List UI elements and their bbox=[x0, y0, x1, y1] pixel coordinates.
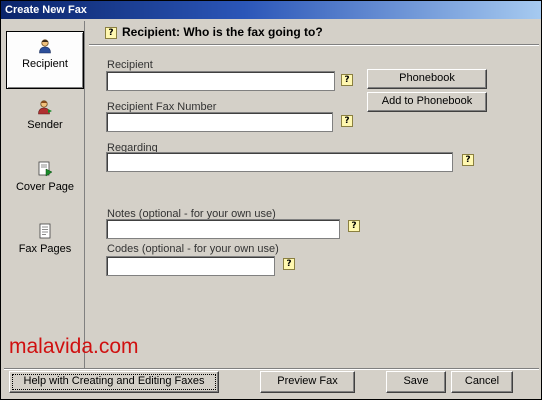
wizard-content: ? Recipient: Who is the fax going to? Re… bbox=[89, 21, 539, 369]
sidebar-item-label: Fax Pages bbox=[18, 243, 72, 255]
recipient-icon bbox=[39, 39, 51, 54]
codes-label: Codes (optional - for your own use) bbox=[107, 243, 279, 255]
recipient-label: Recipient bbox=[107, 59, 153, 71]
help-creating-faxes-button[interactable]: Help with Creating and Editing Faxes bbox=[9, 371, 219, 393]
window-title: Create New Fax bbox=[1, 1, 541, 19]
watermark-text: malavida.com bbox=[9, 335, 139, 358]
add-to-phonebook-button[interactable]: Add to Phonebook bbox=[367, 92, 487, 112]
sidebar-item-label: Recipient bbox=[22, 58, 68, 70]
help-icon[interactable]: ? bbox=[283, 258, 295, 270]
cover-page-icon bbox=[38, 161, 53, 177]
help-icon[interactable]: ? bbox=[341, 115, 353, 127]
sidebar-item-label: Cover Page bbox=[15, 181, 75, 193]
regarding-field[interactable] bbox=[106, 152, 453, 172]
sidebar-item-cover-page[interactable]: Cover Page bbox=[6, 155, 84, 213]
step-header: ? Recipient: Who is the fax going to? bbox=[89, 21, 539, 45]
help-icon[interactable]: ? bbox=[105, 27, 117, 39]
phonebook-button[interactable]: Phonebook bbox=[367, 69, 487, 89]
fax-number-field[interactable] bbox=[106, 112, 333, 132]
page-title: Recipient: Who is the fax going to? bbox=[122, 25, 323, 39]
notes-field[interactable] bbox=[106, 219, 340, 239]
codes-field[interactable] bbox=[106, 256, 275, 276]
cancel-button[interactable]: Cancel bbox=[451, 371, 513, 393]
sidebar-item-fax-pages[interactable]: Fax Pages bbox=[6, 217, 84, 275]
sidebar-item-label: Sender bbox=[27, 119, 63, 131]
fax-pages-icon bbox=[39, 223, 51, 239]
preview-fax-button[interactable]: Preview Fax bbox=[260, 371, 355, 393]
footer-divider bbox=[4, 368, 539, 370]
help-icon[interactable]: ? bbox=[348, 220, 360, 232]
sender-icon bbox=[38, 100, 52, 115]
help-icon[interactable]: ? bbox=[341, 74, 353, 86]
help-icon[interactable]: ? bbox=[462, 154, 474, 166]
sidebar-item-recipient[interactable]: Recipient bbox=[6, 31, 84, 89]
sidebar-item-sender[interactable]: Sender bbox=[6, 93, 84, 151]
save-button[interactable]: Save bbox=[386, 371, 446, 393]
wizard-sidebar: Recipient Sender Cover Page Fax Pages bbox=[4, 21, 85, 369]
recipient-field[interactable] bbox=[106, 71, 335, 91]
create-new-fax-window: Create New Fax Recipient Sender Cover Pa… bbox=[0, 0, 542, 400]
